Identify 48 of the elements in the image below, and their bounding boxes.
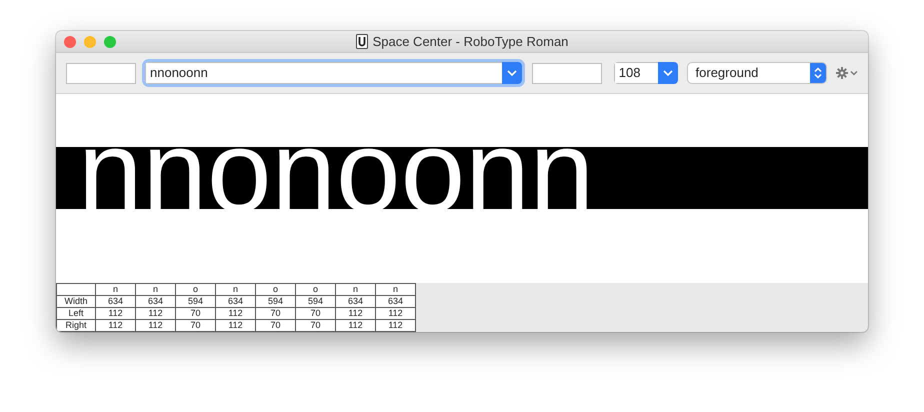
metric-cell: 634 bbox=[336, 296, 376, 308]
zoom-button[interactable] bbox=[104, 36, 116, 48]
row-label: Width bbox=[56, 296, 96, 308]
metric-cell: 70 bbox=[256, 308, 296, 320]
metric-cell: 112 bbox=[136, 320, 176, 332]
input-field[interactable] bbox=[532, 62, 602, 84]
metric-cell: 112 bbox=[136, 308, 176, 320]
document-icon bbox=[356, 34, 368, 49]
metric-cell: 112 bbox=[336, 308, 376, 320]
close-button[interactable] bbox=[64, 36, 76, 48]
settings-icon[interactable] bbox=[836, 67, 858, 79]
metric-cell: 634 bbox=[216, 296, 256, 308]
preview-text: nnonoonn bbox=[78, 105, 594, 238]
metric-cell: 594 bbox=[256, 296, 296, 308]
glyph-name-cell: n bbox=[136, 284, 176, 296]
metric-cell: 112 bbox=[376, 320, 416, 332]
row-label: Right bbox=[56, 320, 96, 332]
metric-cell: 594 bbox=[176, 296, 216, 308]
metric-cell: 634 bbox=[96, 296, 136, 308]
glyph-name-cell: n bbox=[376, 284, 416, 296]
metric-cell: 112 bbox=[216, 320, 256, 332]
metric-cell: 634 bbox=[376, 296, 416, 308]
row-label: Left bbox=[56, 308, 96, 320]
glyph-name-cell: o bbox=[296, 284, 336, 296]
glyph-name-cell: n bbox=[336, 284, 376, 296]
window-title: Space Center - RoboType Roman bbox=[372, 32, 568, 51]
metric-cell: 70 bbox=[296, 308, 336, 320]
metric-cell: 70 bbox=[296, 320, 336, 332]
glyph-name-cell: n bbox=[216, 284, 256, 296]
metric-cell: 70 bbox=[176, 320, 216, 332]
chevron-down-icon bbox=[662, 70, 673, 76]
metric-cell: 70 bbox=[176, 308, 216, 320]
minimize-button[interactable] bbox=[84, 36, 96, 48]
glyph-name-cell: o bbox=[256, 284, 296, 296]
glyph-name-cell: o bbox=[176, 284, 216, 296]
metric-cell: 112 bbox=[216, 308, 256, 320]
metric-cell: 112 bbox=[96, 308, 136, 320]
metric-cell: 634 bbox=[136, 296, 176, 308]
input-field[interactable] bbox=[66, 62, 136, 84]
metric-cell: 112 bbox=[96, 320, 136, 332]
metric-cell: 112 bbox=[376, 308, 416, 320]
chevron-down-icon bbox=[506, 70, 517, 76]
metric-cell: 594 bbox=[296, 296, 336, 308]
up-down-chevron-icon bbox=[814, 67, 822, 79]
metric-cell: 112 bbox=[336, 320, 376, 332]
metric-cell: 70 bbox=[256, 320, 296, 332]
glyph-name-cell: n bbox=[96, 284, 136, 296]
layer-popup-button[interactable]: foreground bbox=[686, 62, 828, 84]
